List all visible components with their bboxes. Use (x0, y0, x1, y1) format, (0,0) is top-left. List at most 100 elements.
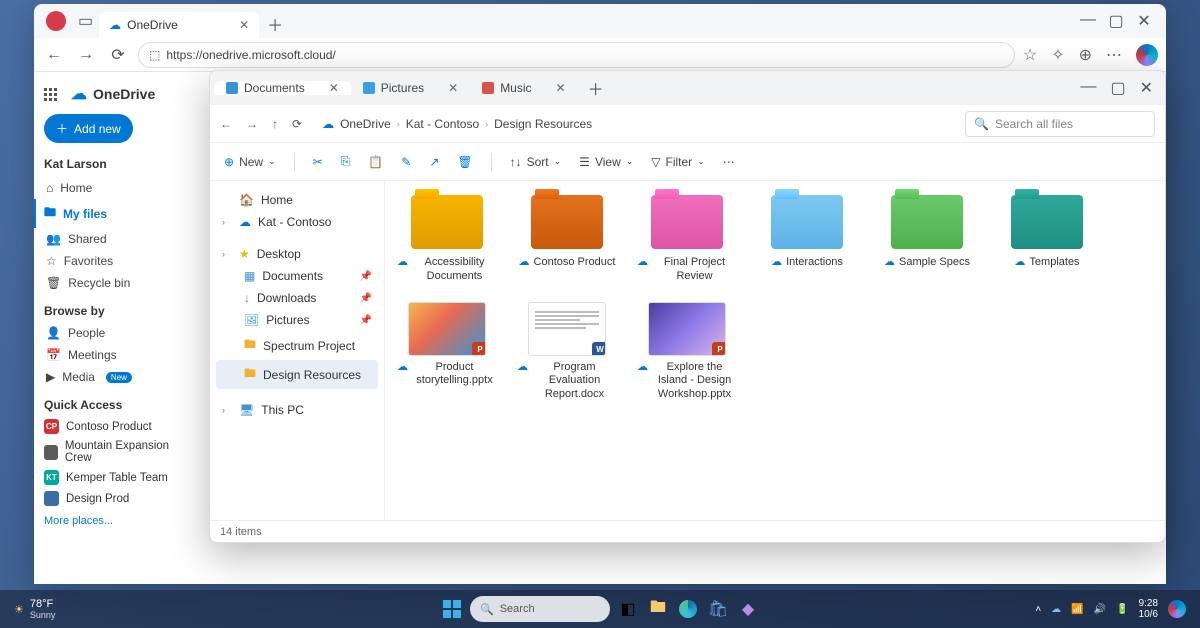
battery-icon[interactable]: 🔋 (1116, 604, 1128, 615)
site-info-icon[interactable]: ⬚ (149, 48, 160, 62)
folder-item[interactable]: ☁Interactions (757, 195, 857, 284)
browse-meetings[interactable]: 📅Meetings (44, 344, 189, 366)
maximize-icon[interactable]: ▢ (1108, 11, 1124, 31)
side-design-resources[interactable]: 🖿Design Resources (216, 360, 378, 389)
file-item[interactable]: P☁Explore the Island - Design Workshop.p… (637, 302, 737, 402)
browser-tab-onedrive[interactable]: ☁ OneDrive ✕ (99, 12, 259, 38)
close-icon[interactable]: ✕ (1136, 11, 1152, 31)
onedrive-tray-icon[interactable]: ☁ (1051, 604, 1061, 615)
profile-avatar-icon[interactable] (46, 11, 66, 31)
cut-icon[interactable]: ✂ (313, 155, 323, 169)
add-new-button[interactable]: ＋ Add new (44, 114, 133, 143)
new-tab-button[interactable]: ＋ (261, 10, 289, 38)
edge-icon[interactable] (676, 597, 700, 621)
explorer-tab[interactable]: Documents✕ (214, 81, 351, 95)
close-icon[interactable]: ✕ (448, 81, 458, 95)
tray-chevron-icon[interactable]: ˄ (1035, 604, 1041, 615)
browse-media[interactable]: ▶MediaNew (44, 366, 189, 388)
minimize-icon[interactable]: — (1080, 11, 1096, 31)
share-icon[interactable]: ↗ (429, 155, 439, 169)
file-item[interactable]: W☁Program Evaluation Report.docx (517, 302, 617, 402)
more-icon[interactable]: ⋯ (723, 155, 735, 169)
quick-access-item[interactable]: KTKemper Table Team (44, 467, 189, 488)
minimize-icon[interactable]: — (1080, 78, 1096, 98)
task-view-icon[interactable]: ◧ (616, 597, 640, 621)
side-downloads[interactable]: ↓Downloads📌 (216, 287, 378, 309)
clock[interactable]: 9:28 10/6 (1139, 598, 1158, 620)
sort-button[interactable]: ↑↓Sort⌄ (510, 155, 562, 169)
pin-icon[interactable]: 📌 (360, 293, 372, 304)
start-icon[interactable] (440, 597, 464, 621)
copilot-icon[interactable] (1136, 44, 1158, 66)
favorite-icon[interactable]: ☆ (1023, 45, 1037, 65)
app-launcher-icon[interactable] (44, 88, 57, 101)
collections-icon[interactable]: ⊕ (1079, 45, 1092, 65)
close-icon[interactable]: ✕ (556, 81, 566, 95)
weather-widget[interactable]: ☀ 78°F Sunny (0, 598, 55, 620)
folder-item[interactable]: ☁Templates (997, 195, 1097, 284)
back-icon[interactable]: ← (42, 43, 66, 67)
side-kat-contoso[interactable]: ›☁Kat - Contoso (216, 211, 378, 233)
nav-home[interactable]: ⌂Home (44, 177, 189, 199)
app-icon[interactable]: ◆ (736, 597, 760, 621)
side-documents[interactable]: ▦Documents📌 (216, 265, 378, 287)
more-icon[interactable]: ⋯ (1106, 45, 1122, 65)
wifi-icon[interactable]: 📶 (1071, 604, 1083, 615)
nav-favorites[interactable]: ☆Favorites (44, 250, 189, 272)
copilot-icon[interactable] (1168, 600, 1186, 618)
close-icon[interactable]: ✕ (239, 18, 249, 32)
browse-people[interactable]: 👤People (44, 322, 189, 344)
volume-icon[interactable]: 🔊 (1094, 604, 1106, 615)
chevron-right-icon[interactable]: › (222, 249, 232, 259)
folder-item[interactable]: ☁Sample Specs (877, 195, 977, 284)
taskbar-search[interactable]: 🔍Search (470, 596, 610, 622)
favorites-bar-icon[interactable]: ✧ (1051, 45, 1064, 65)
search-input[interactable]: 🔍 Search all files (965, 111, 1155, 137)
filter-button[interactable]: ▽Filter⌄ (651, 155, 704, 169)
side-home[interactable]: 🏠Home (216, 189, 378, 211)
chevron-right-icon: › (397, 119, 400, 129)
breadcrumb[interactable]: ☁ OneDrive › Kat - Contoso › Design Reso… (322, 117, 592, 131)
chevron-right-icon[interactable]: › (222, 405, 232, 415)
forward-icon[interactable]: → (74, 43, 98, 67)
close-icon[interactable]: ✕ (1140, 78, 1153, 98)
explorer-tab[interactable]: Pictures✕ (351, 81, 470, 95)
delete-icon[interactable]: 🗑 (457, 155, 472, 169)
folder-item[interactable]: ☁Accessibility Documents (397, 195, 497, 284)
store-icon[interactable]: 🛍 (706, 597, 730, 621)
rename-icon[interactable]: ✎ (401, 155, 411, 169)
folder-item[interactable]: ☁Final Project Review (637, 195, 737, 284)
quick-access-item[interactable]: Mountain Expansion Crew (44, 437, 189, 467)
nav-myfiles[interactable]: 🖿My files (34, 199, 189, 228)
nav-shared[interactable]: 👥Shared (44, 228, 189, 250)
pin-icon[interactable]: 📌 (360, 271, 372, 282)
forward-icon[interactable]: → (246, 117, 258, 131)
more-places-link[interactable]: More places... (44, 515, 189, 527)
up-icon[interactable]: ↑ (272, 117, 278, 131)
refresh-icon[interactable]: ⟳ (106, 43, 130, 67)
paste-icon[interactable]: 📋 (368, 155, 383, 169)
file-item[interactable]: P☁Product storytelling.pptx (397, 302, 497, 402)
back-icon[interactable]: ← (220, 117, 232, 131)
workspace-icon[interactable]: ▭ (78, 11, 93, 31)
chevron-right-icon[interactable]: › (222, 217, 232, 227)
folder-item[interactable]: ☁Contoso Product (517, 195, 617, 284)
explorer-tab[interactable]: Music✕ (470, 81, 577, 95)
new-button[interactable]: ⊕New⌄ (224, 155, 276, 169)
new-tab-button[interactable]: ＋ (578, 76, 614, 100)
refresh-icon[interactable]: ⟳ (292, 117, 302, 131)
copy-icon[interactable]: ⎘ (341, 154, 351, 169)
side-desktop[interactable]: ›★Desktop (216, 243, 378, 265)
side-pictures[interactable]: 🖼Pictures📌 (216, 309, 378, 331)
close-icon[interactable]: ✕ (329, 81, 339, 95)
maximize-icon[interactable]: ▢ (1110, 78, 1125, 98)
quick-access-item[interactable]: Design Prod (44, 488, 189, 509)
address-bar[interactable]: ⬚ https://onedrive.microsoft.cloud/ (138, 42, 1015, 68)
nav-recyclebin[interactable]: 🗑Recycle bin (44, 272, 189, 294)
side-thispc[interactable]: ›🖥This PC (216, 399, 378, 421)
explorer-icon[interactable]: 🖿 (646, 597, 670, 621)
pin-icon[interactable]: 📌 (360, 315, 372, 326)
side-spectrum[interactable]: 🖿Spectrum Project (216, 331, 378, 360)
quick-access-item[interactable]: CPContoso Product (44, 416, 189, 437)
view-button[interactable]: ☰View⌄ (579, 155, 633, 169)
